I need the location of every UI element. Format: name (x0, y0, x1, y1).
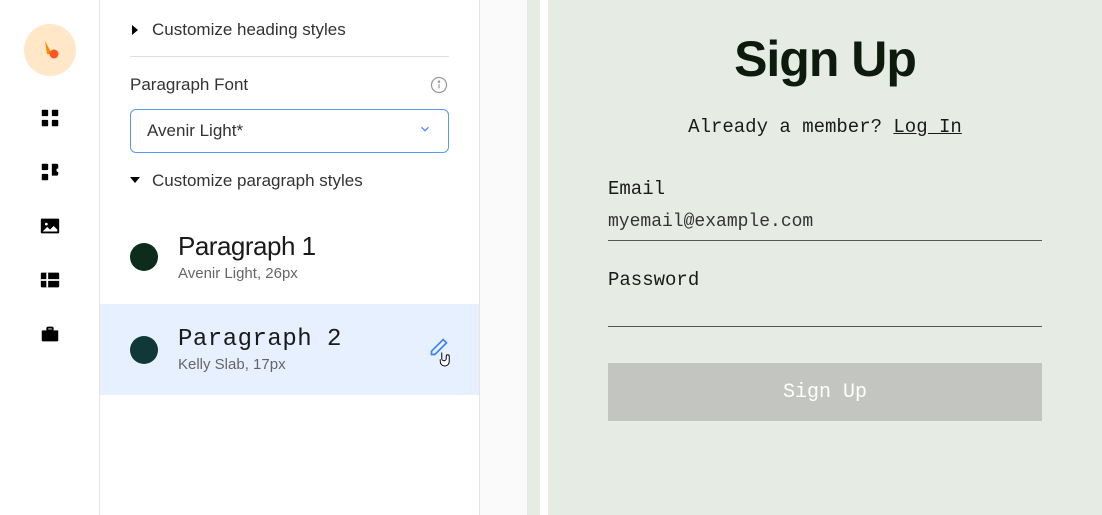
left-rail (0, 0, 100, 515)
signup-button[interactable]: Sign Up (608, 363, 1042, 421)
addons-icon[interactable] (38, 160, 62, 184)
paragraph-font-label-row: Paragraph Font (130, 57, 449, 109)
font-select-value: Avenir Light* (147, 121, 243, 141)
style-name: Paragraph 2 (178, 326, 409, 353)
paragraph-font-select[interactable]: Avenir Light* (130, 109, 449, 153)
password-label: Password (608, 269, 1042, 291)
theme-flame-icon (38, 38, 62, 62)
sections-icon[interactable] (38, 106, 62, 130)
resize-handle[interactable] (480, 0, 528, 515)
email-field[interactable] (608, 208, 1042, 241)
edit-style-button[interactable] (429, 337, 449, 362)
already-member-text: Already a member? (688, 116, 893, 138)
paragraph-style-2[interactable]: Paragraph 2 Kelly Slab, 17px (100, 304, 479, 395)
theme-logo[interactable] (24, 24, 76, 76)
paragraph-font-label: Paragraph Font (130, 75, 248, 95)
sidebar-panel: Customize heading styles Paragraph Font … (100, 0, 480, 515)
customize-heading-row[interactable]: Customize heading styles (130, 0, 449, 57)
info-icon[interactable] (429, 75, 449, 95)
arrow-down-icon (130, 172, 140, 190)
style-swatch (130, 243, 158, 271)
email-label: Email (608, 178, 1042, 200)
email-group: Email (608, 178, 1042, 241)
preview-subtitle: Already a member? Log In (608, 116, 1042, 138)
preview-panel: Sign Up Already a member? Log In Email P… (548, 0, 1102, 515)
paragraph-style-1[interactable]: Paragraph 1 Avenir Light, 26px (100, 209, 479, 304)
style-meta: Kelly Slab, 17px (178, 356, 409, 373)
image-icon[interactable] (38, 214, 62, 238)
style-name: Paragraph 1 (178, 231, 449, 262)
chevron-down-icon (418, 122, 432, 141)
login-link[interactable]: Log In (893, 116, 961, 138)
preview-edge (528, 0, 540, 515)
customize-heading-label: Customize heading styles (152, 20, 346, 40)
customize-paragraph-row[interactable]: Customize paragraph styles (130, 171, 449, 209)
cursor-icon (435, 351, 453, 369)
preview-gap (540, 0, 548, 515)
preview-title: Sign Up (608, 30, 1042, 88)
arrow-right-icon (130, 25, 140, 35)
briefcase-icon[interactable] (38, 322, 62, 346)
style-meta: Avenir Light, 26px (178, 265, 449, 282)
style-swatch (130, 336, 158, 364)
password-group: Password (608, 269, 1042, 327)
customize-paragraph-label: Customize paragraph styles (152, 171, 363, 191)
grid-icon[interactable] (38, 268, 62, 292)
password-field[interactable] (608, 299, 1042, 327)
